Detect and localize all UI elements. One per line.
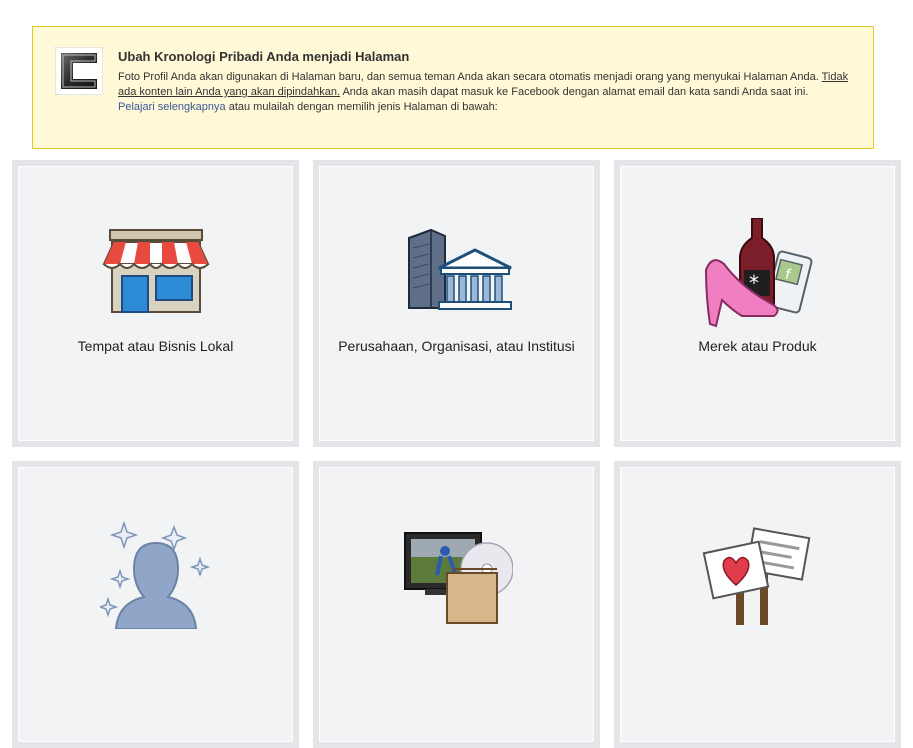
buildings-icon [407, 228, 512, 310]
storefront-icon [101, 229, 210, 313]
products-icon: f * [704, 218, 812, 328]
learn-more-link[interactable]: Pelajari selengkapnya [118, 101, 226, 113]
notice-body: Foto Profil Anda akan digunakan di Halam… [118, 70, 858, 115]
public-figure-icon [99, 520, 210, 629]
category-tile-brand-product[interactable]: f * Merek atau Produk [614, 160, 901, 447]
category-tile-company-organization[interactable]: Perusahaan, Organisasi, atau Institusi [313, 160, 600, 447]
category-label: Perusahaan, Organisasi, atau Institusi [338, 338, 575, 354]
entertainment-icon [403, 532, 513, 624]
cause-signs-icon [702, 527, 810, 625]
notice-text-3: atau mulailah dengan memilih jenis Halam… [225, 101, 498, 113]
notice-title: Ubah Kronologi Pribadi Anda menjadi Hala… [118, 49, 410, 64]
category-label: Tempat atau Bisnis Lokal [77, 338, 234, 354]
category-tile-cause-community[interactable] [614, 461, 901, 748]
notice-text-1: Foto Profil Anda akan digunakan di Halam… [118, 71, 822, 83]
category-tile-public-figure[interactable] [12, 461, 299, 748]
category-label: Merek atau Produk [698, 338, 817, 354]
category-tile-local-business[interactable]: Tempat atau Bisnis Lokal [12, 160, 299, 447]
category-tile-entertainment[interactable] [313, 461, 600, 748]
convert-profile-notice: Ubah Kronologi Pribadi Anda menjadi Hala… [32, 26, 874, 149]
app-logo-icon [55, 47, 103, 95]
notice-text-2: Anda akan masih dapat masuk ke Facebook … [340, 86, 809, 98]
